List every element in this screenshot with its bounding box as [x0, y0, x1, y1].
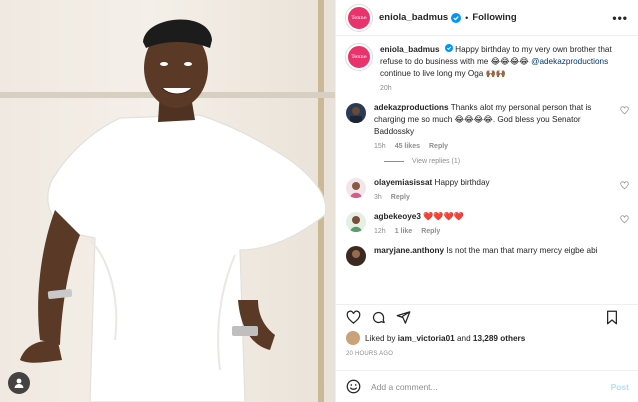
caption-time: 20h	[380, 85, 392, 92]
comment-row: adekazproductions Thanks alot my persona…	[346, 102, 629, 150]
author-avatar[interactable]: Tenne	[346, 4, 372, 31]
action-bar	[336, 304, 638, 330]
comment-meta: 3h Reply	[374, 194, 620, 201]
comment-likes[interactable]: 1 like	[395, 228, 413, 235]
caption-body-end: continue to live long my Oga 🙌🏾🙌🏾	[380, 69, 506, 78]
tag-people-button[interactable]	[8, 372, 30, 394]
post-side-panel: Tenne eniola_badmus • Following ••• Tenn…	[335, 0, 638, 402]
comment-body: ❤️❤️❤️❤️	[423, 212, 464, 221]
liked-by-prefix: Liked by	[365, 333, 396, 343]
comment-username[interactable]: adekazproductions	[374, 103, 449, 112]
avatar-text: Tenne	[351, 14, 367, 21]
comments-list[interactable]: Tenne eniola_badmus Happy birthday to my…	[336, 36, 638, 304]
replies-line	[384, 161, 404, 162]
comment-body: Is not the man that marry mercy eigbe ab…	[446, 246, 598, 255]
comment-time: 3h	[374, 194, 382, 201]
post-header: Tenne eniola_badmus • Following •••	[336, 0, 638, 36]
commenter-avatar[interactable]	[346, 178, 366, 198]
caption-mention-link[interactable]: @adekazproductions	[531, 57, 608, 66]
view-replies-toggle[interactable]: View replies (1)	[384, 158, 629, 165]
commenter-avatar[interactable]	[346, 103, 366, 123]
person-figure	[20, 19, 327, 402]
comment-time: 15h	[374, 143, 386, 150]
view-replies-label[interactable]: View replies (1)	[412, 158, 460, 165]
more-options-icon[interactable]: •••	[612, 11, 628, 25]
caption-meta: 20h	[380, 85, 629, 92]
author-username[interactable]: eniola_badmus	[379, 12, 448, 23]
comment-text: maryjane.anthony Is not the man that mar…	[374, 245, 629, 257]
post-comment-button[interactable]: Post	[611, 382, 629, 392]
avatar-text: Tenne	[351, 54, 367, 60]
add-comment-input[interactable]	[371, 381, 611, 392]
comment-like-heart-icon[interactable]	[620, 181, 629, 190]
liked-by-user[interactable]: iam_victoria01	[398, 334, 455, 343]
comment-row: maryjane.anthony Is not the man that mar…	[346, 245, 629, 266]
comment-like-heart-icon[interactable]	[620, 215, 629, 224]
comment-text: olayemiasissat Happy birthday	[374, 177, 620, 189]
post-timestamp[interactable]: 20 HOURS AGO	[346, 351, 393, 357]
comment-like-heart-icon[interactable]	[620, 106, 629, 115]
verified-badge-icon	[451, 12, 462, 23]
following-button[interactable]: Following	[472, 12, 516, 23]
comment-bubble-icon[interactable]	[371, 310, 386, 325]
post-photo	[0, 0, 335, 402]
comment-row: agbekeoye3 ❤️❤️❤️❤️ 12h 1 like Reply	[346, 211, 629, 235]
comment-username[interactable]: maryjane.anthony	[374, 246, 444, 255]
share-send-icon[interactable]	[396, 310, 411, 325]
comment-row: olayemiasissat Happy birthday 3h Reply	[346, 177, 629, 201]
caption-avatar[interactable]: Tenne	[346, 44, 372, 70]
commenter-avatar[interactable]	[346, 246, 366, 266]
separator-dot: •	[465, 12, 469, 23]
comment-username[interactable]: olayemiasissat	[374, 178, 432, 187]
caption-username[interactable]: eniola_badmus	[380, 45, 440, 54]
reply-button[interactable]: Reply	[391, 194, 410, 201]
like-heart-icon[interactable]	[346, 310, 361, 325]
reply-button[interactable]: Reply	[421, 228, 440, 235]
bookmark-save-icon[interactable]	[605, 310, 619, 325]
likes-summary: Liked by iam_victoria01 and 13,289 other…	[346, 331, 525, 345]
comment-text: agbekeoye3 ❤️❤️❤️❤️	[374, 211, 620, 223]
comment-meta: 15h 45 likes Reply	[374, 143, 620, 150]
liked-by-and: and	[456, 333, 471, 343]
comment-text: adekazproductions Thanks alot my persona…	[374, 102, 620, 138]
add-comment-bar: Post	[336, 370, 638, 402]
comment-time: 12h	[374, 228, 386, 235]
liker-avatar[interactable]	[346, 331, 360, 345]
commenter-avatar[interactable]	[346, 212, 366, 232]
comment-username[interactable]: agbekeoye3	[374, 212, 421, 221]
caption-text: eniola_badmus Happy birthday to my very …	[380, 44, 629, 80]
verified-badge-icon	[444, 44, 453, 52]
emoji-icon[interactable]	[346, 379, 361, 394]
comment-meta: 12h 1 like Reply	[374, 228, 620, 235]
reply-button[interactable]: Reply	[429, 143, 448, 150]
liked-by-others[interactable]: 13,289 others	[473, 334, 525, 343]
person-icon	[14, 378, 24, 388]
comment-likes[interactable]: 45 likes	[395, 143, 420, 150]
caption-row: Tenne eniola_badmus Happy birthday to my…	[346, 44, 629, 92]
comment-body: Happy birthday	[434, 178, 490, 187]
